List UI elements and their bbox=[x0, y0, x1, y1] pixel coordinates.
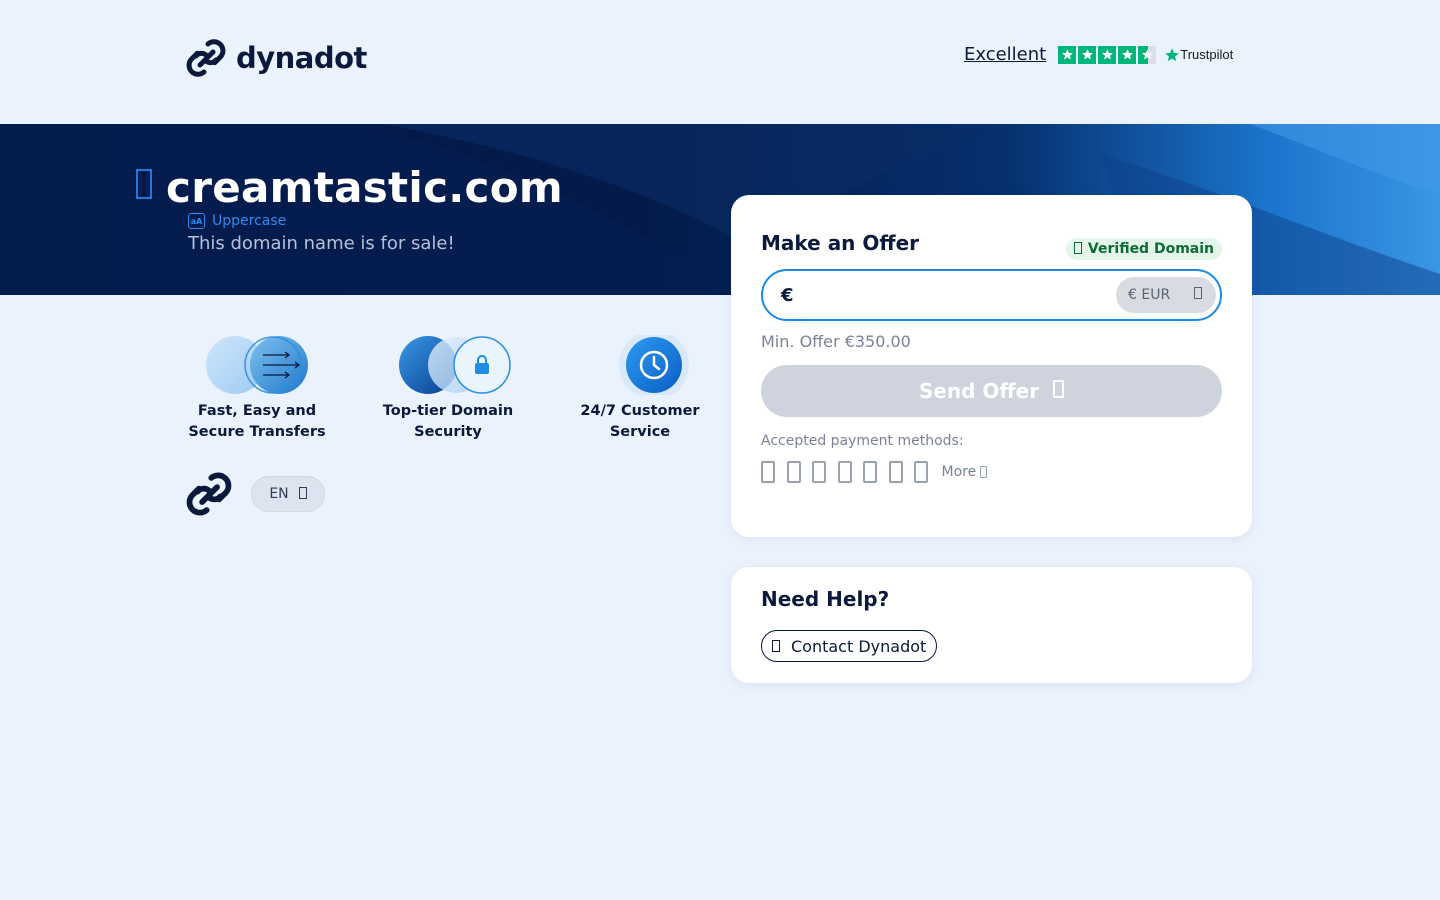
star-icon bbox=[1078, 45, 1097, 64]
payment-methods-label: Accepted payment methods: bbox=[761, 433, 964, 449]
payment-methods-list: More bbox=[761, 461, 988, 483]
language-selector[interactable]: EN bbox=[251, 476, 325, 512]
min-offer-text: Min. Offer €350.00 bbox=[761, 332, 911, 351]
phone-icon bbox=[772, 640, 780, 652]
verified-badge: Verified Domain bbox=[1065, 238, 1222, 260]
feature-support: 24/7 Customer Service bbox=[555, 335, 725, 443]
contact-label: Contact Dynadot bbox=[791, 636, 927, 656]
payment-card-icon bbox=[914, 461, 928, 483]
feature-transfers: Fast, Easy and Secure Transfers bbox=[172, 335, 342, 443]
domain-title: creamtastic.com bbox=[136, 163, 563, 212]
offer-card: Make an Offer Verified Domain € € EUR Mi… bbox=[731, 195, 1252, 537]
chevron-down-icon bbox=[1194, 287, 1202, 303]
currency-select-value: € EUR bbox=[1128, 287, 1171, 303]
dynadot-logo[interactable]: dynadot bbox=[186, 38, 367, 78]
feature-caption: 24/7 Customer Service bbox=[580, 403, 700, 440]
check-icon bbox=[1073, 241, 1082, 257]
language-value: EN bbox=[269, 486, 289, 502]
clock-icon bbox=[619, 335, 689, 395]
contact-dynadot-button[interactable]: Contact Dynadot bbox=[761, 630, 938, 662]
payment-card-icon bbox=[888, 461, 903, 483]
trustpilot-rating-text[interactable]: Excellent bbox=[964, 44, 1046, 65]
trustpilot-brand-text: Trustpilot bbox=[1180, 47, 1234, 62]
arrow-right-icon bbox=[1053, 379, 1065, 403]
more-label: More bbox=[941, 464, 977, 480]
dynadot-logo-icon bbox=[186, 39, 226, 77]
trustpilot-star-icon bbox=[1165, 47, 1179, 61]
for-sale-text: This domain name is for sale! bbox=[188, 233, 455, 254]
uppercase-icon: aA bbox=[188, 213, 205, 229]
trustpilot-logo: Trustpilot bbox=[1164, 47, 1233, 63]
trustpilot-widget[interactable]: Excellent Trustpilot bbox=[964, 44, 1233, 65]
trustpilot-stars bbox=[1058, 45, 1158, 64]
chevron-down-icon bbox=[980, 466, 988, 478]
verified-label: Verified Domain bbox=[1087, 241, 1214, 257]
currency-select[interactable]: € EUR bbox=[1116, 277, 1216, 313]
help-card: Need Help? Contact Dynadot bbox=[731, 567, 1252, 683]
brand-name: dynadot bbox=[236, 41, 367, 75]
offer-amount-field[interactable]: € € EUR bbox=[761, 269, 1222, 321]
send-offer-label: Send Offer bbox=[918, 379, 1040, 403]
payment-card-icon bbox=[761, 461, 775, 483]
domain-name: creamtastic.com bbox=[166, 163, 563, 212]
padlock-icon bbox=[399, 336, 511, 394]
payment-card-icon bbox=[786, 461, 801, 483]
offer-amount-input[interactable] bbox=[801, 274, 1116, 316]
star-half-icon bbox=[1138, 45, 1157, 64]
payment-card-icon bbox=[863, 461, 877, 483]
star-icon bbox=[1058, 45, 1077, 64]
site-header: dynadot Excellent Trustpilot bbox=[0, 0, 1440, 124]
feature-caption: Top-tier Domain Security bbox=[382, 403, 514, 440]
chevron-down-icon bbox=[298, 486, 307, 502]
more-payment-methods-link[interactable]: More bbox=[942, 464, 988, 480]
payment-card-icon bbox=[837, 461, 852, 483]
star-icon bbox=[1098, 45, 1117, 64]
offer-title: Make an Offer bbox=[761, 231, 920, 255]
currency-symbol: € bbox=[781, 284, 794, 306]
dynadot-logo-icon bbox=[186, 472, 232, 516]
footer-logo[interactable] bbox=[186, 471, 232, 521]
transfer-icon bbox=[206, 336, 308, 394]
lock-icon bbox=[136, 168, 152, 207]
feature-caption: Fast, Easy and Secure Transfers bbox=[188, 403, 326, 440]
help-title: Need Help? bbox=[761, 587, 890, 611]
feature-security: Top-tier Domain Security bbox=[363, 335, 533, 443]
payment-card-icon bbox=[812, 461, 826, 483]
star-icon bbox=[1118, 45, 1137, 64]
uppercase-toggle[interactable]: aA Uppercase bbox=[188, 213, 286, 229]
send-offer-button[interactable]: Send Offer bbox=[761, 365, 1222, 417]
uppercase-label: Uppercase bbox=[212, 213, 287, 229]
